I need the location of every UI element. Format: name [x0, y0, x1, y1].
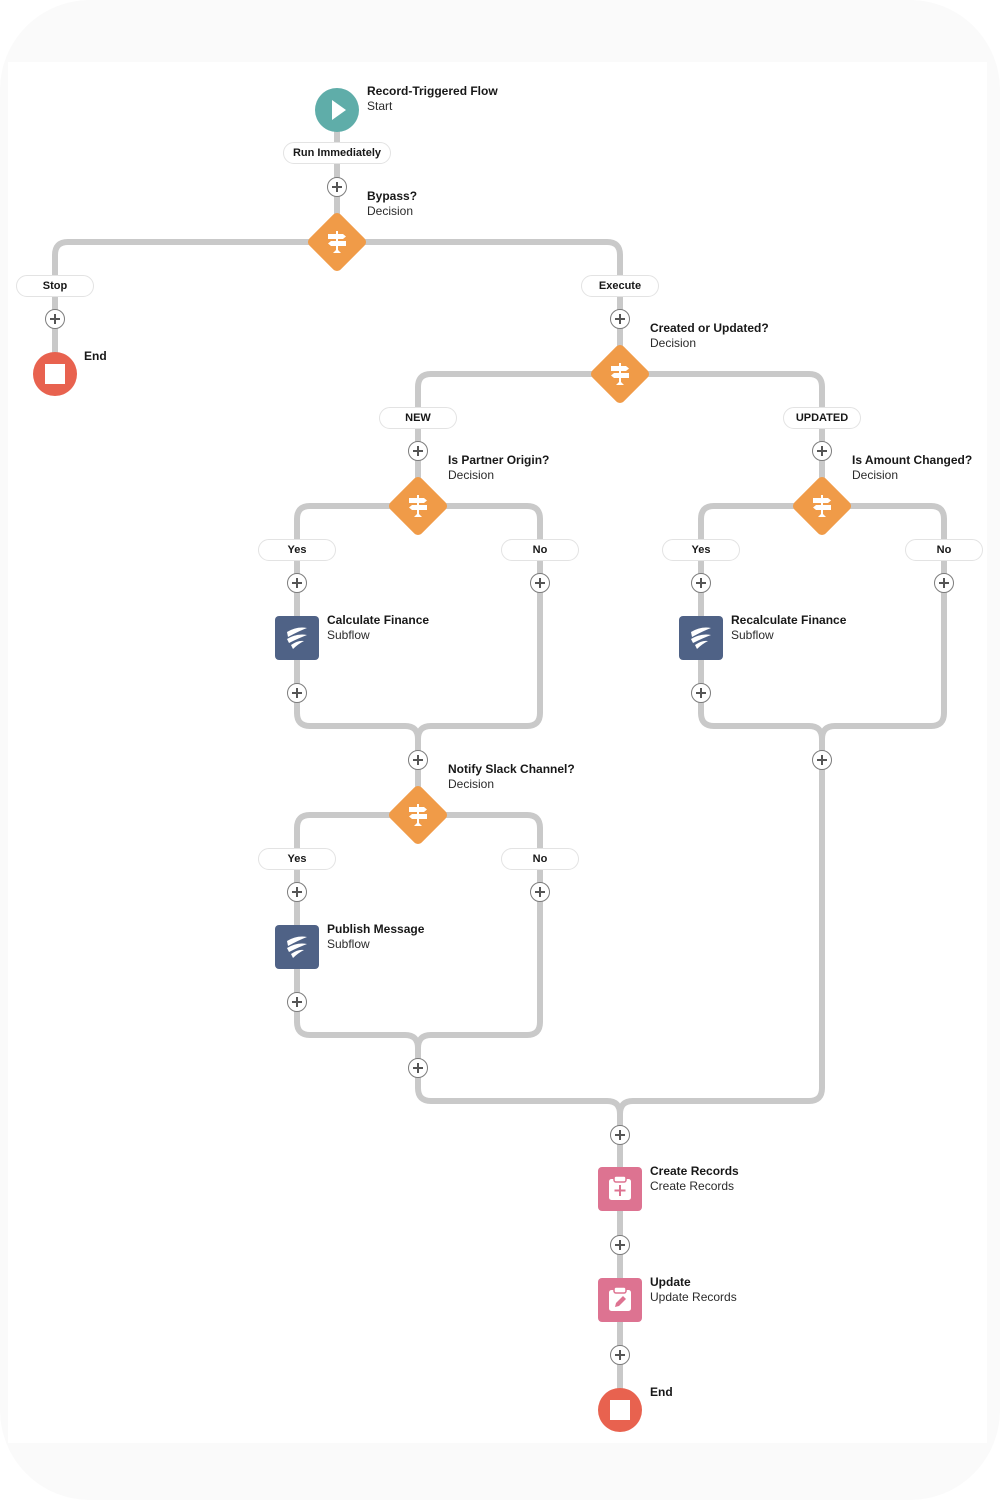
add-element-button[interactable] [287, 992, 307, 1012]
add-element-button[interactable] [287, 683, 307, 703]
add-element-button[interactable] [812, 441, 832, 461]
decision-subtitle: Decision [448, 468, 495, 482]
record-title: Create Records [650, 1164, 739, 1178]
add-element-button[interactable] [934, 573, 954, 593]
add-element-button[interactable] [408, 1058, 428, 1078]
outcome-yes[interactable]: Yes [258, 848, 336, 870]
subflow-subtitle: Subflow [327, 628, 370, 642]
add-element-button[interactable] [610, 309, 630, 329]
add-element-button[interactable] [45, 309, 65, 329]
outcome-stop[interactable]: Stop [16, 275, 94, 297]
decision-created-or-updated-label: Created or Updated? Decision [650, 321, 769, 351]
outcome-no[interactable]: No [501, 848, 579, 870]
signpost-icon [409, 495, 427, 517]
end-node[interactable] [33, 352, 77, 396]
subflow-recalculate-finance[interactable] [679, 616, 723, 660]
record-subtitle: Update Records [650, 1290, 737, 1304]
signpost-icon [813, 495, 831, 517]
connectors [52, 110, 947, 1410]
subflow-calculate-finance[interactable] [275, 616, 319, 660]
connector-notify-down [415, 1048, 623, 1115]
subflow-subtitle: Subflow [731, 628, 774, 642]
decision-notify-slack-channel-label: Notify Slack Channel? Decision [448, 762, 575, 792]
start-subtitle: Start [367, 99, 393, 113]
decision-subtitle: Decision [852, 468, 899, 482]
add-element-button[interactable] [691, 573, 711, 593]
decision-title: Is Partner Origin? [448, 453, 550, 467]
subflow-recalculate-finance-label: Recalculate Finance Subflow [731, 613, 846, 643]
outcome-yes[interactable]: Yes [662, 539, 740, 561]
subflow-subtitle: Subflow [327, 937, 370, 951]
clipboard-edit-icon [609, 1286, 631, 1311]
outcome-new[interactable]: NEW [379, 407, 457, 429]
decision-title: Notify Slack Channel? [448, 762, 575, 776]
subflow-title: Recalculate Finance [731, 613, 847, 627]
add-element-button[interactable] [530, 573, 550, 593]
add-element-button[interactable] [287, 882, 307, 902]
update-records-node[interactable] [598, 1278, 642, 1322]
update-records-label: Update Update Records [650, 1275, 737, 1305]
subflow-title: Publish Message [327, 922, 425, 936]
clipboard-plus-icon [609, 1175, 631, 1200]
add-element-button[interactable] [327, 177, 347, 197]
outcome-no[interactable]: No [501, 539, 579, 561]
decision-is-amount-changed-label: Is Amount Changed? Decision [852, 453, 972, 483]
add-element-button[interactable] [610, 1235, 630, 1255]
add-element-button[interactable] [812, 750, 832, 770]
create-records-label: Create Records Create Records [650, 1164, 739, 1194]
add-element-button[interactable] [530, 882, 550, 902]
end-label: End [84, 349, 107, 364]
start-label: Record-Triggered Flow Start [367, 84, 498, 114]
outcome-updated[interactable]: UPDATED [783, 407, 861, 429]
end-title: End [84, 349, 107, 363]
run-immediately-pill[interactable]: Run Immediately [283, 142, 391, 164]
end-node[interactable] [598, 1388, 642, 1432]
signpost-icon [328, 231, 346, 253]
end-label: End [650, 1385, 673, 1400]
connector-bypass-execute [337, 239, 623, 374]
signpost-icon [409, 804, 427, 826]
play-icon [332, 100, 346, 120]
subflow-title: Calculate Finance [327, 613, 430, 627]
start-title: Record-Triggered Flow [367, 84, 498, 98]
decision-title: Is Amount Changed? [852, 453, 973, 467]
decision-is-partner-origin-label: Is Partner Origin? Decision [448, 453, 549, 483]
connector-updated [620, 371, 825, 506]
end-title: End [650, 1385, 673, 1399]
subflow-icon [287, 936, 307, 958]
subflow-icon [691, 627, 711, 649]
subflow-publish-message[interactable] [275, 925, 319, 969]
record-title: Update [650, 1275, 691, 1289]
decision-bypass-label: Bypass? Decision [367, 189, 417, 219]
outcome-no[interactable]: No [905, 539, 983, 561]
add-element-button[interactable] [691, 683, 711, 703]
add-element-button[interactable] [610, 1125, 630, 1145]
outcome-execute[interactable]: Execute [581, 275, 659, 297]
add-element-button[interactable] [287, 573, 307, 593]
subflow-icon [287, 627, 307, 649]
decision-subtitle: Decision [650, 336, 697, 350]
signpost-icon [611, 363, 629, 385]
create-records-node[interactable] [598, 1167, 642, 1211]
connector-new [415, 371, 620, 506]
decision-subtitle: Decision [367, 204, 414, 218]
connector-amount-down [617, 739, 825, 1115]
start-node[interactable] [315, 88, 359, 132]
decision-title: Created or Updated? [650, 321, 769, 335]
decision-title: Bypass? [367, 189, 418, 203]
outcome-yes[interactable]: Yes [258, 539, 336, 561]
add-element-button[interactable] [408, 750, 428, 770]
add-element-button[interactable] [408, 441, 428, 461]
subflow-calculate-finance-label: Calculate Finance Subflow [327, 613, 429, 643]
subflow-publish-message-label: Publish Message Subflow [327, 922, 424, 952]
record-subtitle: Create Records [650, 1179, 735, 1193]
decision-subtitle: Decision [448, 777, 495, 791]
add-element-button[interactable] [610, 1345, 630, 1365]
